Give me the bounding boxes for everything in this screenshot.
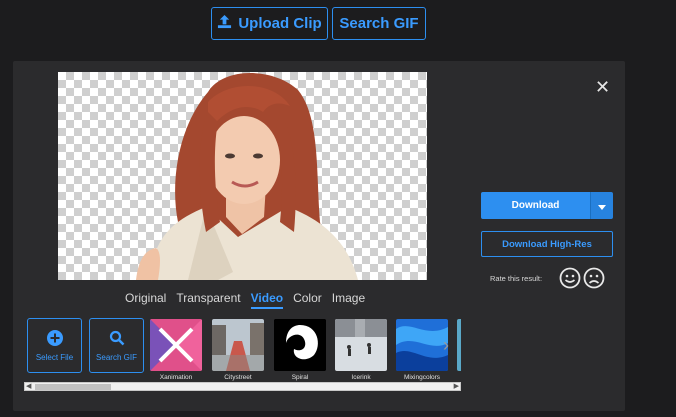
background-label: Citystreet <box>224 374 252 381</box>
tab-transparent[interactable]: Transparent <box>176 291 240 309</box>
select-file-label: Select File <box>35 352 74 362</box>
background-thumb-icerink[interactable] <box>335 319 387 371</box>
upload-icon <box>217 14 232 33</box>
tab-image[interactable]: Image <box>332 291 365 309</box>
plus-circle-icon <box>46 329 63 348</box>
caret-down-icon <box>598 197 606 215</box>
tab-color[interactable]: Color <box>293 291 322 309</box>
scroll-right-icon[interactable]: ▶ <box>454 382 459 390</box>
tab-original[interactable]: Original <box>125 291 166 309</box>
upload-clip-button[interactable]: Upload Clip <box>211 7 328 40</box>
background-thumb-partial[interactable] <box>457 319 461 371</box>
spiral-thumb-graphic <box>274 319 326 371</box>
download-button[interactable]: Download <box>481 192 590 219</box>
background-strip: Select File Search GIF Xanimation Cityst… <box>26 318 461 382</box>
happy-face-icon[interactable] <box>559 267 581 289</box>
mixingcolors-thumb-graphic <box>396 319 448 371</box>
select-file-button[interactable]: Select File <box>27 318 82 373</box>
search-gif-button[interactable]: Search GIF <box>332 7 426 40</box>
scrollbar-thumb[interactable] <box>35 384 111 390</box>
search-gif-tile-label: Search GIF <box>96 352 137 362</box>
sad-face-icon[interactable] <box>583 267 605 289</box>
background-thumb-mixingcolors[interactable] <box>396 319 448 371</box>
subject-cutout <box>136 72 358 280</box>
scroll-left-icon[interactable]: ◀ <box>26 382 31 390</box>
icerink-thumb-graphic <box>335 319 387 371</box>
search-icon <box>109 330 125 348</box>
download-high-res-button[interactable]: Download High-Res <box>481 231 613 257</box>
close-icon[interactable]: ✕ <box>595 78 610 96</box>
background-label: Spiral <box>291 374 309 381</box>
background-thumb-xanimation[interactable] <box>150 319 202 371</box>
strip-scrollbar[interactable]: ◀ ▶ <box>24 382 461 391</box>
rate-label: Rate this result: <box>490 274 543 283</box>
background-label: Xanimation <box>159 374 193 381</box>
tab-video[interactable]: Video <box>250 291 284 309</box>
upload-clip-label: Upload Clip <box>238 15 322 32</box>
background-label: Icerink <box>351 374 371 381</box>
download-options-button[interactable] <box>590 192 613 219</box>
xanimation-thumb-graphic <box>150 319 202 371</box>
citystreet-thumb-graphic <box>212 319 264 371</box>
result-preview <box>58 72 427 280</box>
background-label: Mixingcolors <box>403 374 441 381</box>
background-thumb-spiral[interactable] <box>274 319 326 371</box>
search-gif-label: Search GIF <box>339 15 419 32</box>
chevron-right-icon[interactable]: › <box>443 335 449 356</box>
search-gif-tile-button[interactable]: Search GIF <box>89 318 144 373</box>
background-tabs: Original Transparent Video Color Image <box>125 291 365 309</box>
background-thumb-citystreet[interactable] <box>212 319 264 371</box>
